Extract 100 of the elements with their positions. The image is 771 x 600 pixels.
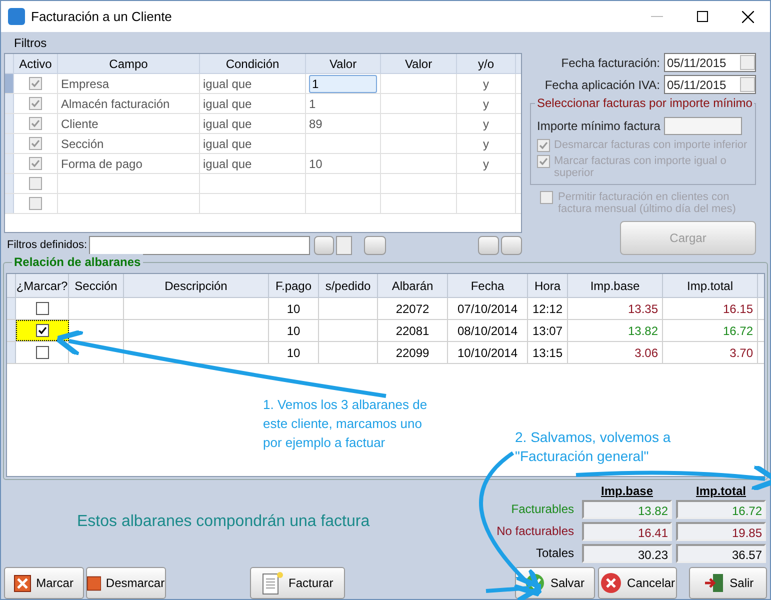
column-header: Imp.base xyxy=(568,274,663,297)
table-cell-text: 1 xyxy=(309,96,316,112)
date-field[interactable]: 05/11/2015 xyxy=(664,75,756,94)
row-header[interactable] xyxy=(5,134,14,153)
close-icon[interactable] xyxy=(742,10,754,22)
table-cell-text: 13.82 xyxy=(628,322,658,340)
group-title: Seleccionar facturas por importe mínimo xyxy=(535,96,754,110)
tool-button[interactable] xyxy=(364,236,386,254)
table-cell-text: 89 xyxy=(309,116,322,132)
annotation-text: 2. Salvamos, volvemos a "Facturación general" xyxy=(515,428,672,466)
field-label: Filtros definidos: xyxy=(7,238,88,253)
table-cell-text: 22072 xyxy=(396,300,430,318)
cancelar-button[interactable]: Cancelar xyxy=(598,567,678,599)
checkbox[interactable] xyxy=(36,324,49,337)
table-cell-text: 22099 xyxy=(396,344,430,362)
table-cell-text: 3.06 xyxy=(634,344,658,362)
table-cell-text: Cliente xyxy=(61,116,98,132)
checkbox[interactable] xyxy=(29,97,42,110)
table-cell-text: 10 xyxy=(286,344,300,362)
table-cell-text: 22081 xyxy=(396,322,430,340)
app-logo-icon xyxy=(8,8,25,25)
checkbox-label: Marcar facturas con importe igual o superior xyxy=(554,155,728,179)
total-field: 36.57 xyxy=(676,544,766,562)
row-header[interactable] xyxy=(5,194,14,213)
exit-door-icon xyxy=(702,572,725,594)
tool-button[interactable] xyxy=(478,236,500,254)
row-header[interactable] xyxy=(5,114,14,133)
table-cell-text: 10 xyxy=(286,300,300,318)
table-cell-text: y xyxy=(483,136,489,152)
row-label: Totales xyxy=(536,545,574,562)
column-header: Imp.total xyxy=(695,483,747,498)
checkbox[interactable] xyxy=(29,117,42,130)
total-field: 30.23 xyxy=(582,544,672,562)
row-header[interactable] xyxy=(7,298,16,319)
desmarcar-button[interactable]: Desmarcar xyxy=(86,567,166,599)
table-cell-text: 08/10/2014 xyxy=(457,322,518,340)
checkbox[interactable] xyxy=(29,77,42,90)
checkbox[interactable] xyxy=(36,346,48,359)
checkbox[interactable] xyxy=(36,302,48,315)
table-cell-text: 07/10/2014 xyxy=(457,300,518,318)
checkbox[interactable] xyxy=(29,177,42,190)
column-header: Descripción xyxy=(124,274,269,297)
row-header[interactable] xyxy=(5,94,14,113)
checkbox[interactable] xyxy=(29,157,42,170)
total-field: 16.41 xyxy=(582,522,672,540)
table-cell-text: y xyxy=(483,156,489,172)
column-header: Campo xyxy=(58,54,200,73)
annotation-text: 1. Vemos los 3 albaranes de este cliente, marcamos uno por ejemplo a factuar xyxy=(263,396,428,452)
table-cell-text: 13:15 xyxy=(532,344,563,362)
table-cell-text: 3.70 xyxy=(730,344,753,362)
column-header: Fecha xyxy=(448,274,528,297)
date-field[interactable]: 05/11/2015 xyxy=(664,53,756,72)
column-header: F.pago xyxy=(269,274,319,297)
column-header: Activo xyxy=(14,54,58,73)
table-cell-text: 10/10/2014 xyxy=(457,344,518,362)
maximize-icon[interactable] xyxy=(697,11,708,22)
tool-button[interactable] xyxy=(501,236,522,254)
row-header[interactable] xyxy=(5,74,14,93)
column-header: Hora xyxy=(528,274,568,297)
salir-button[interactable]: Salir xyxy=(689,567,767,599)
table-cell-text: 13.35 xyxy=(628,300,658,318)
amount-field[interactable] xyxy=(664,117,742,135)
column-header: y/o xyxy=(457,54,516,73)
column-header: ¿Marcar? xyxy=(16,274,69,297)
window-title: Facturación a un Cliente xyxy=(31,8,172,26)
row-label: No facturables xyxy=(496,523,574,540)
table-cell-text: Almacén facturación xyxy=(61,96,170,112)
table-cell-text: igual que xyxy=(203,76,252,92)
row-header[interactable] xyxy=(7,320,16,341)
facturar-button[interactable]: Facturar xyxy=(250,567,346,599)
row-header[interactable] xyxy=(7,342,16,363)
table-cell-text: 10 xyxy=(286,322,300,340)
column-header: Sección xyxy=(69,274,124,297)
tool-button[interactable] xyxy=(314,236,334,254)
table-cell-text: 16.72 xyxy=(722,322,753,340)
table-cell-text: 13:07 xyxy=(532,322,563,340)
checkbox-label: Desmarcar facturas con importe inferior xyxy=(554,139,748,151)
filter-select[interactable] xyxy=(89,236,310,254)
checkbox[interactable] xyxy=(29,197,42,210)
table-cell[interactable] xyxy=(16,320,69,341)
total-field: 13.82 xyxy=(582,500,672,518)
table-cell-text: Sección xyxy=(61,136,104,152)
column-header: Valor xyxy=(381,54,457,73)
table-cell-text: igual que xyxy=(203,156,252,172)
row-header[interactable] xyxy=(5,154,14,173)
marcar-button[interactable]: Marcar xyxy=(4,567,84,599)
document-icon xyxy=(262,571,284,595)
total-field: 19.85 xyxy=(676,522,766,540)
row-label: Facturables xyxy=(511,501,574,518)
total-field: 16.72 xyxy=(676,500,766,518)
column-header: Valor xyxy=(306,54,381,73)
table-cell-text: y xyxy=(483,116,489,132)
table-cell-text: y xyxy=(483,76,489,92)
table-cell-text: 10 xyxy=(309,156,322,172)
column-header: Imp.base xyxy=(600,483,654,498)
field-label: Fecha facturación: xyxy=(561,54,660,72)
row-header[interactable] xyxy=(5,174,14,193)
checkbox[interactable] xyxy=(29,137,42,150)
table-cell-text: igual que xyxy=(203,136,252,152)
info-message: Estos albaranes compondrán una factura xyxy=(77,512,370,532)
